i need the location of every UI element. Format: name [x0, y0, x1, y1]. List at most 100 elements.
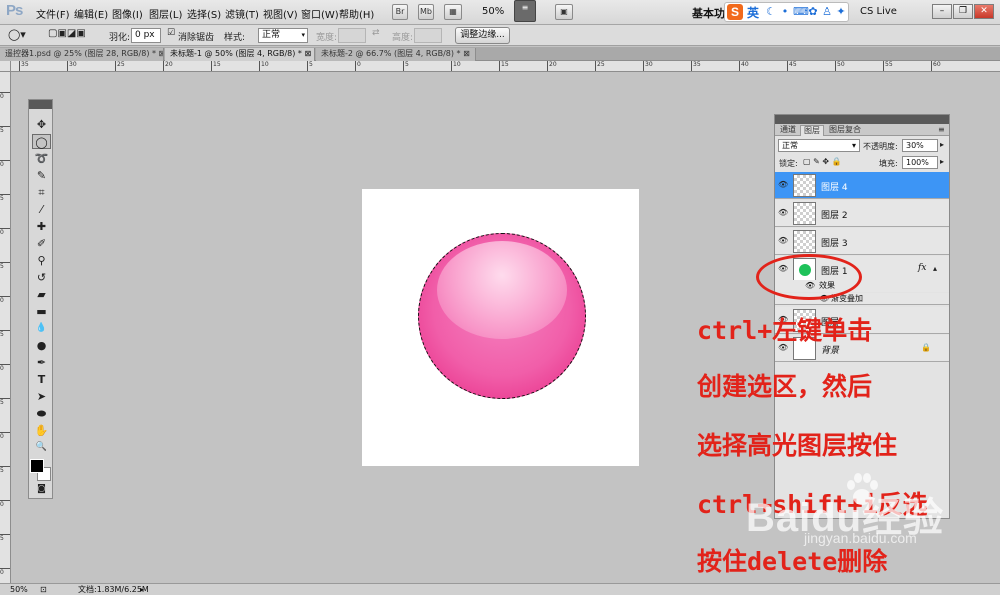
- sogou-icon[interactable]: S: [727, 4, 743, 20]
- status-doc-size: 文档:1.83M/6.25M: [78, 585, 149, 594]
- close-tab-icon[interactable]: ⊠: [463, 49, 470, 58]
- type-icon[interactable]: T: [32, 372, 51, 387]
- menu-image[interactable]: 图像(I): [112, 6, 143, 21]
- feather-input[interactable]: 0 px: [131, 28, 161, 43]
- menu-bar: Ps 文件(F) 编辑(E) 图像(I) 图层(L) 选择(S) 滤镜(T) 视…: [0, 0, 1000, 25]
- view-extras-button[interactable]: ▦: [444, 4, 462, 20]
- fill-input[interactable]: 100%: [902, 156, 938, 169]
- restore-icon[interactable]: ❐: [953, 4, 973, 19]
- close-tab-icon[interactable]: ⊠: [304, 49, 311, 58]
- tools-panel-header[interactable]: [29, 100, 52, 109]
- ruler-tick: 20: [547, 61, 557, 71]
- screen-mode-button[interactable]: ▣: [555, 4, 573, 20]
- menu-help[interactable]: 帮助(H): [339, 6, 374, 21]
- selection-mode-icons[interactable]: ▢▣◪▣: [48, 28, 86, 39]
- bridge-button[interactable]: Br: [392, 4, 408, 20]
- layer-name: 图层 2: [821, 211, 848, 221]
- ruler-horizontal: 35 30 25 20 15 10 5 0 5 10 15 20 25 30 3…: [11, 61, 1000, 72]
- eye-icon[interactable]: 👁: [778, 180, 788, 189]
- style-select[interactable]: 正常 ▾: [258, 28, 308, 43]
- shirt-icon[interactable]: ♙: [821, 6, 833, 18]
- path-select-icon[interactable]: ➤: [32, 389, 51, 404]
- tab-layer-comps[interactable]: 图层复合: [826, 125, 864, 136]
- opacity-input[interactable]: 30%: [902, 139, 938, 152]
- blur-icon[interactable]: 💧: [32, 321, 51, 336]
- lock-icon: 🔒: [921, 343, 931, 352]
- moon-icon[interactable]: ☾: [765, 6, 777, 18]
- blend-mode-select[interactable]: 正常 ▾: [778, 139, 860, 152]
- menu-edit[interactable]: 编辑(E): [74, 6, 108, 21]
- eyedropper-icon[interactable]: ⁄: [32, 202, 51, 217]
- foreground-color-swatch[interactable]: [30, 459, 44, 473]
- ruler-tick: 5: [0, 126, 10, 134]
- lasso-icon[interactable]: ➰: [32, 151, 51, 166]
- layer-thumbnail: [793, 230, 816, 253]
- layer-row[interactable]: 👁 图层 4: [775, 172, 949, 199]
- ruler-tick: 60: [931, 61, 941, 71]
- tab-document-2[interactable]: 未标题-1 @ 50% (图层 4, RGB/8) * ⊠: [165, 48, 315, 61]
- refine-edge-button[interactable]: 调整边缘...: [455, 27, 510, 44]
- menu-window[interactable]: 窗口(W): [301, 6, 339, 21]
- quick-mask-icon[interactable]: ◙: [32, 482, 51, 497]
- gradient-icon[interactable]: ▬: [32, 304, 51, 319]
- menu-layer[interactable]: 图层(L): [149, 6, 182, 21]
- tool-preset-icon[interactable]: ◯▾: [8, 28, 26, 41]
- layer-row[interactable]: 👁 图层 2: [775, 200, 949, 227]
- healing-brush-icon[interactable]: ✚: [32, 219, 51, 234]
- clone-stamp-icon[interactable]: ⚲: [32, 253, 51, 268]
- status-menu-icon[interactable]: ▸: [140, 584, 144, 595]
- layer-row[interactable]: 👁 图层 3: [775, 228, 949, 255]
- tab-channels[interactable]: 通道: [777, 125, 799, 136]
- eye-icon[interactable]: 👁: [778, 208, 788, 217]
- arrange-documents-button[interactable]: ≡: [514, 0, 536, 22]
- ime-language[interactable]: 英: [747, 4, 759, 21]
- minimize-icon[interactable]: –: [932, 4, 952, 19]
- ruler-tick: 5: [0, 534, 10, 542]
- move-icon[interactable]: ✥: [32, 117, 51, 132]
- punctuation-icon[interactable]: •: [779, 6, 791, 18]
- zoom-icon[interactable]: 🔍: [32, 440, 51, 455]
- hand-icon[interactable]: ✋: [32, 423, 51, 438]
- menu-view[interactable]: 视图(V): [263, 6, 298, 21]
- pen-icon[interactable]: ✒: [32, 355, 51, 370]
- status-zoom[interactable]: 50%: [10, 584, 28, 595]
- wrench-icon[interactable]: ✦: [835, 6, 847, 18]
- menu-filter[interactable]: 滤镜(T): [225, 6, 259, 21]
- ruler-tick: 0: [355, 61, 361, 71]
- zoom-level[interactable]: 50%: [482, 6, 504, 17]
- tab-document-3[interactable]: 未标题-2 @ 66.7% (图层 4, RGB/8) * ⊠: [316, 48, 476, 61]
- tab-layers[interactable]: 图层: [800, 125, 824, 136]
- status-zoom-icon[interactable]: ⊡: [40, 584, 47, 595]
- skin-icon[interactable]: ✿: [807, 6, 819, 18]
- menu-select[interactable]: 选择(S): [187, 6, 221, 21]
- annotation-line-1: ctrl+左键单击: [697, 316, 873, 345]
- layers-panel-header[interactable]: [775, 115, 949, 124]
- eraser-icon[interactable]: ▰: [32, 287, 51, 302]
- close-tab-icon[interactable]: ⊠: [159, 49, 163, 58]
- ruler-tick: 5: [0, 262, 10, 270]
- panel-menu-icon[interactable]: ≡: [935, 125, 948, 136]
- ruler-tick: 10: [451, 61, 461, 71]
- app-logo: Ps: [6, 2, 23, 19]
- ellipse-shape-icon[interactable]: ⬬: [32, 406, 51, 421]
- crop-icon[interactable]: ⌗: [32, 185, 51, 200]
- tab-document-1[interactable]: 遥控器1.psd @ 25% (图层 28, RGB/8) * ⊠: [0, 48, 164, 61]
- lock-options-icons[interactable]: ▢ ✎ ✥ 🔒: [803, 157, 842, 166]
- brush-icon[interactable]: ✐: [32, 236, 51, 251]
- expand-effects-icon[interactable]: ▴: [933, 264, 937, 273]
- menu-file[interactable]: 文件(F): [36, 6, 70, 21]
- eye-icon[interactable]: 👁: [778, 236, 788, 245]
- cs-live-button[interactable]: CS Live: [860, 6, 897, 17]
- antialias-checkbox[interactable]: ☑: [167, 28, 175, 38]
- dodge-icon[interactable]: ●: [32, 338, 51, 353]
- quick-select-icon[interactable]: ✎: [32, 168, 51, 183]
- ruler-tick: 0: [0, 568, 10, 576]
- marquee-elliptical-icon[interactable]: ◯: [32, 134, 51, 149]
- history-brush-icon[interactable]: ↺: [32, 270, 51, 285]
- mini-bridge-button[interactable]: Mb: [418, 4, 434, 20]
- close-icon[interactable]: ✕: [974, 4, 994, 19]
- opacity-slider-icon[interactable]: ▸: [940, 140, 944, 149]
- keyboard-icon[interactable]: ⌨: [793, 6, 809, 18]
- fx-badge[interactable]: fx: [918, 263, 926, 273]
- fill-slider-icon[interactable]: ▸: [940, 157, 944, 166]
